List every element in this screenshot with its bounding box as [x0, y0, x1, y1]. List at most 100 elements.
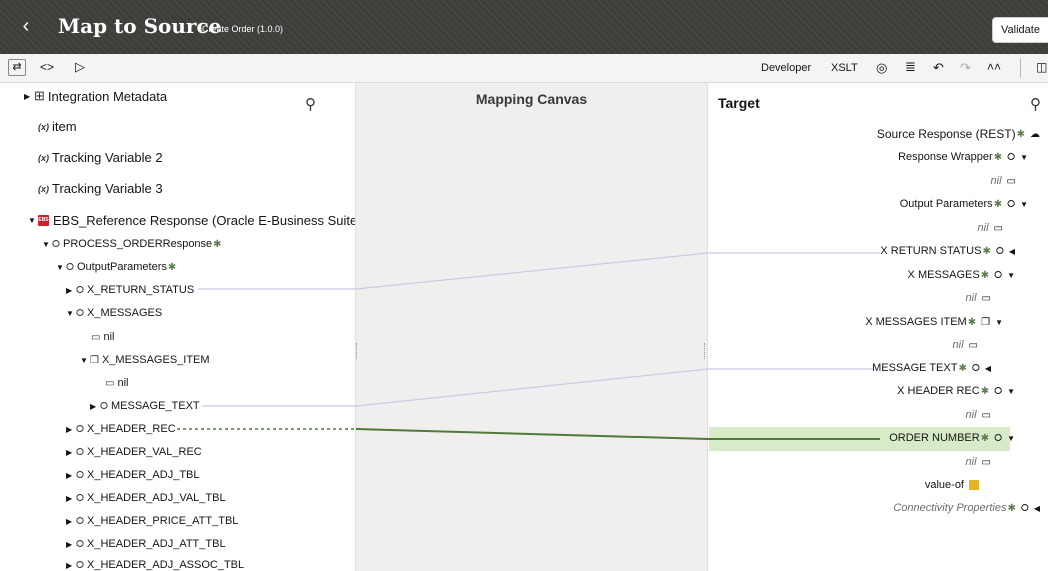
chevron-left-icon[interactable]: ◀ [1034, 504, 1040, 513]
chevron-down-icon[interactable]: ▼ [42, 240, 52, 249]
chevron-right-icon[interactable]: ▶ [66, 286, 76, 295]
undo-icon[interactable]: ↶ [933, 60, 944, 76]
tree-node[interactable]: ▼ EBS EBS_Reference Response (Oracle E-Bus… [28, 213, 362, 228]
tree-node[interactable]: Response Wrapper ✱ ⭘ ▼ [898, 151, 1028, 163]
panel-icon[interactable]: ◫ [1036, 60, 1047, 74]
tree-node[interactable]: ▶ ⭘ X_HEADER_ADJ_TBL [66, 469, 200, 481]
tree-node[interactable]: ▶ ⭘ X_HEADER_VAL_REC [66, 446, 202, 458]
developer-toggle[interactable]: Developer [761, 62, 811, 74]
tree-node[interactable]: (x) item [38, 119, 77, 134]
chevron-right-icon[interactable]: ▶ [66, 425, 76, 434]
tree-node[interactable]: ▶ ⊞ Integration Metadata [24, 88, 167, 104]
resize-handle[interactable] [704, 343, 707, 359]
chevron-right-icon[interactable]: ▶ [66, 494, 76, 503]
element-icon: ⭘ [76, 307, 84, 319]
xslt-toggle[interactable]: XSLT [831, 62, 858, 74]
code-icon[interactable]: <> [40, 60, 54, 74]
chevron-right-icon[interactable]: ▶ [66, 471, 76, 480]
nil-icon: ▭ [981, 292, 991, 304]
chevron-right-icon[interactable]: ▶ [90, 402, 100, 411]
tree-node[interactable]: Connectivity Properties ✱ ⭘ ◀ [893, 502, 1040, 514]
source-search-icon[interactable]: ⚲ [305, 95, 316, 113]
tree-node[interactable]: ▼ ⭘ OutputParameters ✱ [56, 261, 176, 273]
resize-handle[interactable] [356, 343, 359, 359]
element-icon: ⭘ [76, 284, 84, 296]
chevron-left-icon[interactable]: ◀ [1009, 247, 1015, 256]
target-title: Target [718, 95, 760, 111]
element-icon: ⭘ [994, 269, 1003, 281]
nil-icon: ▭ [91, 331, 101, 343]
tree-node[interactable]: Source Response (REST) ✱ ☁ [877, 127, 1040, 141]
element-icon: ⭘ [1007, 198, 1016, 210]
tree-node[interactable]: X MESSAGES ITEM ✱ ❐ ▼ [865, 316, 1003, 328]
tree-node[interactable]: nil ▭ [978, 222, 1003, 234]
target-panel: Target ⚲ Source Response (REST) ✱ ☁ Respon… [708, 83, 1048, 571]
tree-node-selected[interactable]: ORDER NUMBER ✱ ⭘ ▼ [889, 432, 1015, 444]
tree-node[interactable]: MESSAGE TEXT ✱ ⭘ ◀ [872, 362, 991, 374]
element-icon: ⭘ [100, 400, 108, 412]
tree-node[interactable]: ▭ nil [105, 377, 128, 389]
validate-button[interactable]: Validate [992, 17, 1048, 43]
tree-node[interactable]: ▶ ⭘ X_HEADER_ADJ_ATT_TBL [66, 538, 226, 550]
tree-node[interactable]: ▶ ⭘ X_HEADER_PRICE_ATT_TBL [66, 515, 238, 527]
tree-node[interactable]: ▶ ⭘ MESSAGE_TEXT [90, 400, 200, 412]
tree-node[interactable]: ▼ ❐ X_MESSAGES_ITEM [80, 354, 210, 366]
element-icon: ⭘ [995, 245, 1004, 257]
collapse-icon[interactable]: ˄˄ [987, 60, 1001, 74]
chevron-down-icon[interactable]: ▼ [1007, 271, 1015, 280]
test-icon[interactable]: ▷ [75, 59, 85, 75]
chevron-down-icon[interactable]: ▼ [80, 356, 90, 365]
tree-node[interactable]: nil ▭ [966, 292, 991, 304]
tree-node[interactable]: (x) Tracking Variable 2 [38, 150, 163, 165]
tree-node[interactable]: ▶ ⭘ X_HEADER_REC [66, 423, 176, 435]
back-icon[interactable]: ‹ [16, 15, 36, 38]
chevron-down-icon[interactable]: ▼ [56, 263, 66, 272]
nil-icon: ▭ [993, 222, 1003, 234]
chevron-right-icon[interactable]: ▶ [66, 517, 76, 526]
chevron-down-icon[interactable]: ▼ [1020, 200, 1028, 209]
tree-node[interactable]: (x) Tracking Variable 3 [38, 181, 163, 196]
chevron-down-icon[interactable]: ▼ [66, 309, 76, 318]
nil-icon: ▭ [981, 456, 991, 468]
mapping-canvas[interactable]: Mapping Canvas [355, 83, 708, 571]
target-search-icon[interactable]: ⚲ [1030, 95, 1041, 113]
tree-node[interactable]: ▶ ⭘ X_RETURN_STATUS [66, 284, 194, 296]
nil-icon: ▭ [1006, 175, 1016, 187]
tree-node[interactable]: X MESSAGES ✱ ⭘ ▼ [908, 269, 1015, 281]
chevron-down-icon[interactable]: ▼ [1020, 153, 1028, 162]
ebs-icon: EBS [38, 215, 49, 226]
chevron-right-icon[interactable]: ▶ [66, 540, 76, 549]
tree-node[interactable]: nil ▭ [966, 409, 991, 421]
tree-node[interactable]: Output Parameters ✱ ⭘ ▼ [900, 198, 1028, 210]
element-icon: ⭘ [76, 492, 84, 504]
tree-node[interactable]: nil ▭ [991, 175, 1016, 187]
view-icon[interactable]: ◎ [876, 60, 887, 76]
chevron-down-icon[interactable]: ▼ [995, 318, 1003, 327]
tree-node[interactable]: ▭ nil [91, 331, 114, 343]
tree-node[interactable]: X RETURN STATUS ✱ ⭘ ◀ [880, 245, 1015, 257]
header-bar: ‹ Map to Source Create Order (1.0.0) Val… [0, 0, 1048, 54]
tree-node[interactable]: value-of [925, 479, 979, 491]
chevron-down-icon[interactable]: ▼ [1007, 387, 1015, 396]
chevron-right-icon[interactable]: ▶ [24, 92, 34, 101]
chevron-right-icon[interactable]: ▶ [66, 448, 76, 457]
swap-icon[interactable]: ⇄ [8, 59, 26, 76]
element-icon: ⭘ [994, 385, 1003, 397]
tree-node[interactable]: nil ▭ [953, 339, 978, 351]
chevron-right-icon[interactable]: ▶ [66, 561, 76, 570]
tree-node[interactable]: nil ▭ [966, 456, 991, 468]
tree-node[interactable]: ▶ ⭘ X_HEADER_ADJ_VAL_TBL [66, 492, 226, 504]
repeating-element-icon: ❐ [90, 354, 99, 366]
tree-node[interactable]: ▼ ⭘ X_MESSAGES [66, 307, 162, 319]
tree-node[interactable]: ▼ ⭘ PROCESS_ORDERResponse ✱ [42, 238, 222, 250]
tree-node[interactable]: X HEADER REC ✱ ⭘ ▼ [897, 385, 1015, 397]
nil-icon: ▭ [968, 339, 978, 351]
canvas-title: Mapping Canvas [475, 91, 588, 107]
chevron-down-icon[interactable]: ▼ [28, 216, 38, 225]
redo-icon[interactable]: ↷ [960, 60, 971, 76]
chevron-left-icon[interactable]: ◀ [985, 364, 991, 373]
tree-node[interactable]: ▶ ⭘ X_HEADER_ADJ_ASSOC_TBL [66, 559, 244, 571]
toolbar-divider [1020, 58, 1021, 78]
chevron-down-icon[interactable]: ▼ [1007, 434, 1015, 443]
filter-icon[interactable]: ≣ [905, 59, 916, 75]
